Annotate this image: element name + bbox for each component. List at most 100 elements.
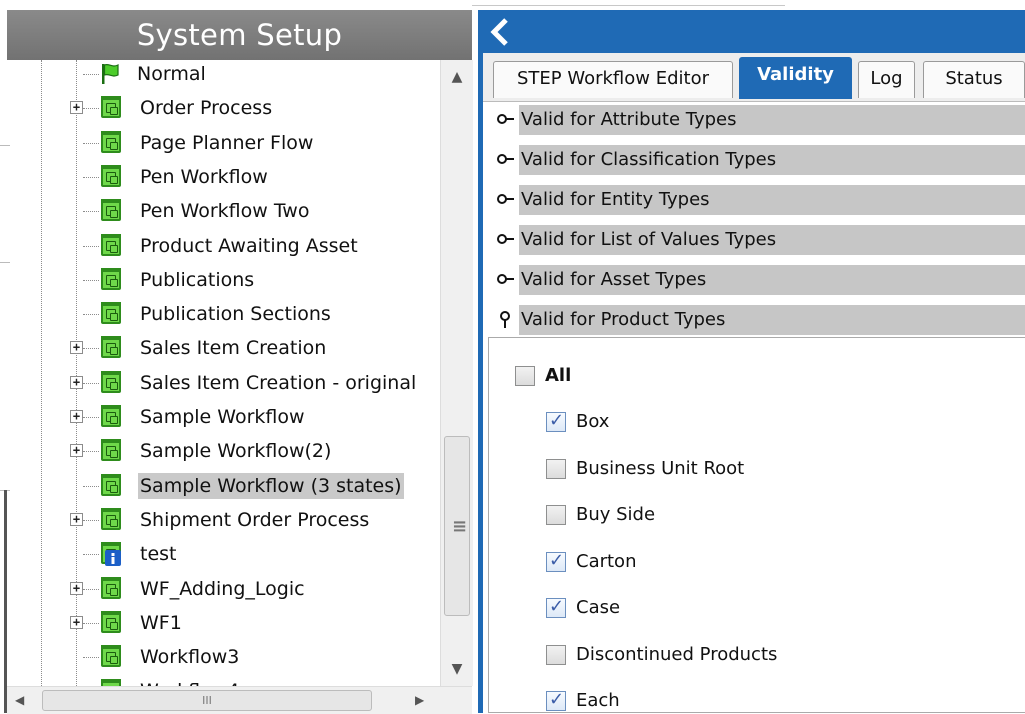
tree-item-label: Order Process bbox=[140, 97, 273, 120]
pin-side-icon[interactable] bbox=[496, 230, 516, 250]
workflow-icon bbox=[99, 507, 123, 532]
workflow-icon bbox=[99, 645, 123, 669]
product-type-label[interactable]: Case bbox=[576, 596, 620, 620]
tree-connector bbox=[83, 176, 99, 178]
workflow-icon bbox=[99, 576, 123, 601]
workflow-icon bbox=[99, 370, 123, 395]
tab-log[interactable]: Log bbox=[858, 61, 915, 98]
product-type-checkbox[interactable] bbox=[546, 505, 566, 525]
tree-item-label: Sales Item Creation bbox=[140, 337, 327, 360]
scroll-left-arrow-icon[interactable]: ◀ bbox=[15, 687, 24, 714]
tree-item-label: Sample Workflow(2) bbox=[140, 440, 332, 463]
tree-connector bbox=[83, 554, 99, 556]
product-type-label[interactable]: Each bbox=[576, 689, 620, 713]
pin-side-icon[interactable] bbox=[496, 190, 516, 210]
all-label[interactable]: All bbox=[545, 364, 571, 388]
tree-connector bbox=[83, 211, 99, 213]
tree-item[interactable]: + Order Process bbox=[7, 91, 440, 125]
tree-connector bbox=[83, 142, 99, 144]
tree-connector bbox=[83, 279, 99, 281]
tree-item[interactable]: + WF_Adding_Logic bbox=[7, 572, 440, 606]
product-type-checkbox[interactable] bbox=[546, 689, 566, 711]
tree-item[interactable]: Pen Workflow Two bbox=[7, 194, 440, 228]
system-setup-panel: System Setup Normal + Order Process Page Pl… bbox=[0, 0, 473, 714]
expand-plus-icon[interactable]: + bbox=[70, 615, 83, 629]
product-type-label[interactable]: Discontinued Products bbox=[576, 643, 777, 667]
tree-item[interactable]: Workflow4 bbox=[7, 674, 440, 686]
info-workflow-icon bbox=[99, 542, 123, 567]
expand-plus-icon[interactable]: + bbox=[70, 341, 83, 355]
tree-item[interactable]: + WF1 bbox=[7, 606, 440, 640]
tree-item-label: WF_Adding_Logic bbox=[140, 577, 305, 600]
scroll-down-arrow-icon[interactable]: ▼ bbox=[441, 652, 473, 686]
tree-connector bbox=[83, 417, 99, 418]
tree-item[interactable]: Sample Workflow (3 states) bbox=[7, 469, 440, 503]
workflow-editor-panel: STEP Workflow Editor Validity Log Status… bbox=[478, 10, 1025, 713]
tree-item[interactable]: test bbox=[7, 537, 440, 571]
tree-item[interactable]: + Shipment Order Process bbox=[7, 503, 440, 537]
tree-item[interactable]: Pen Workflow bbox=[7, 160, 440, 194]
scroll-grip-icon: ≡ bbox=[452, 516, 468, 537]
workflow-icon bbox=[99, 610, 123, 635]
tree-horizontal-scrollbar[interactable]: ◀ III ▶ bbox=[7, 686, 472, 714]
tree-item[interactable]: + Sample Workflow bbox=[7, 400, 440, 434]
expand-plus-icon[interactable]: + bbox=[70, 375, 83, 389]
workflow-icon bbox=[99, 439, 123, 463]
product-type-label[interactable]: Carton bbox=[576, 550, 636, 574]
expand-plus-icon[interactable]: + bbox=[70, 444, 83, 458]
product-type-checkbox[interactable] bbox=[546, 458, 566, 479]
workflow-icon bbox=[99, 130, 123, 155]
scroll-up-arrow-icon[interactable]: ▲ bbox=[441, 60, 473, 94]
tree-item[interactable]: Normal bbox=[7, 60, 440, 91]
product-type-label[interactable]: Box bbox=[576, 410, 609, 434]
section-label: Valid for Product Types bbox=[521, 309, 726, 330]
tree-item-label: Sample Workflow (3 states) bbox=[138, 472, 404, 499]
expand-plus-icon[interactable]: + bbox=[70, 101, 83, 115]
tab-step-workflow-editor[interactable]: STEP Workflow Editor bbox=[493, 61, 733, 98]
product-type-checkbox[interactable] bbox=[546, 410, 566, 432]
pin-down-icon[interactable] bbox=[496, 310, 516, 330]
tree-item[interactable]: Publications bbox=[7, 263, 440, 297]
tree-item[interactable]: + Sample Workflow(2) bbox=[7, 434, 440, 468]
scroll-right-arrow-icon[interactable]: ▶ bbox=[415, 687, 424, 714]
section-header[interactable]: Valid for Asset Types bbox=[493, 265, 1025, 295]
product-type-checkbox[interactable] bbox=[546, 550, 566, 572]
tree-item[interactable]: + Sales Item Creation bbox=[7, 331, 440, 365]
workflow-icon bbox=[99, 199, 123, 223]
pin-side-icon[interactable] bbox=[496, 110, 516, 130]
tree-item-label: Workflow4 bbox=[138, 678, 241, 686]
tree-connector bbox=[83, 519, 99, 521]
tree-item[interactable]: Workflow3 bbox=[7, 640, 440, 674]
section-header[interactable]: Valid for Entity Types bbox=[493, 185, 1025, 215]
section-header[interactable]: Valid for Product Types bbox=[493, 305, 1025, 335]
scroll-grip-icon: III bbox=[202, 694, 212, 707]
tab-status[interactable]: Status bbox=[923, 61, 1025, 98]
tree-item[interactable]: Publication Sections bbox=[7, 297, 440, 331]
expand-plus-icon[interactable]: + bbox=[70, 581, 83, 595]
section-header[interactable]: Valid for Attribute Types bbox=[493, 105, 1025, 135]
vertical-scroll-thumb[interactable]: ≡ bbox=[444, 436, 470, 616]
tree-item[interactable]: Page Planner Flow bbox=[7, 126, 440, 160]
pin-side-icon[interactable] bbox=[496, 270, 516, 290]
tab-validity[interactable]: Validity bbox=[739, 57, 852, 99]
product-type-checkbox[interactable] bbox=[546, 644, 566, 665]
pin-side-icon[interactable] bbox=[496, 150, 516, 170]
tree-item[interactable]: Product Awaiting Asset bbox=[7, 229, 440, 263]
expand-plus-icon[interactable]: + bbox=[70, 512, 83, 526]
expand-plus-icon[interactable]: + bbox=[70, 410, 83, 423]
product-type-label[interactable]: Business Unit Root bbox=[576, 457, 744, 481]
back-button[interactable] bbox=[489, 14, 519, 48]
product-type-label[interactable]: Buy Side bbox=[576, 503, 655, 527]
tree-vertical-scrollbar[interactable]: ▲ ≡ ▼ bbox=[440, 60, 473, 686]
tree-item[interactable]: + Sales Item Creation - original bbox=[7, 366, 440, 400]
horizontal-scroll-thumb[interactable]: III bbox=[42, 690, 372, 711]
tree-item-label: Sales Item Creation - original bbox=[140, 371, 417, 394]
workflow-icon bbox=[99, 233, 123, 258]
all-checkbox[interactable] bbox=[515, 366, 535, 386]
tree-item-label: Product Awaiting Asset bbox=[140, 234, 358, 257]
section-header[interactable]: Valid for List of Values Types bbox=[493, 225, 1025, 255]
tree-item-label: WF1 bbox=[140, 611, 182, 634]
tab-label: Status bbox=[945, 68, 1003, 89]
product-type-checkbox[interactable] bbox=[546, 596, 566, 618]
section-header[interactable]: Valid for Classification Types bbox=[493, 145, 1025, 175]
